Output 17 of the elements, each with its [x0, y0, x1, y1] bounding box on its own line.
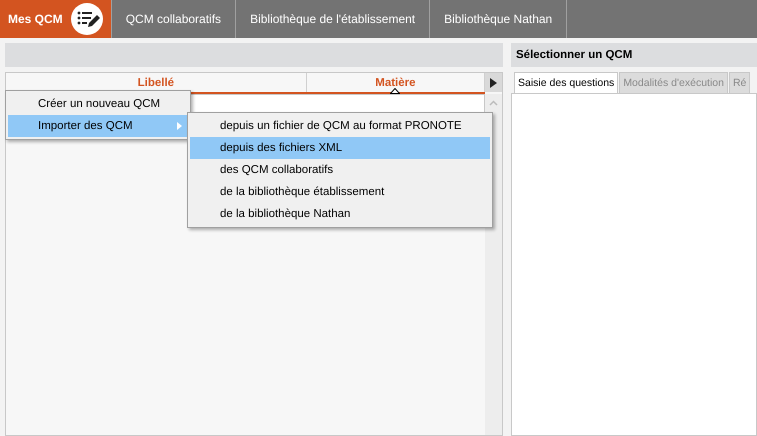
tab[interactable]: Saisie des questions	[514, 72, 618, 93]
expand-button[interactable]	[485, 73, 502, 92]
panel-title: Sélectionner un QCM	[511, 43, 757, 67]
menu-item[interactable]: de la bibliothèque établissement	[190, 181, 490, 203]
menu-item[interactable]: depuis des fichiers XML	[190, 137, 490, 159]
top-tab[interactable]: QCM collaboratifs	[112, 0, 236, 38]
list-edit-icon	[70, 3, 103, 35]
up-caret-icon	[489, 100, 498, 106]
submenu-arrow-icon	[177, 122, 182, 130]
sort-triangle-icon	[390, 88, 400, 94]
menu-item[interactable]: de la bibliothèque Nathan	[190, 203, 490, 225]
top-tab[interactable]: Mes QCM	[0, 0, 112, 38]
menu-item[interactable]: Créer un nouveau QCM	[8, 93, 188, 115]
menu-item[interactable]: depuis un fichier de QCM au format PRONOTE	[190, 115, 490, 137]
menu-item[interactable]: des QCM collaboratifs	[190, 159, 490, 181]
right-triangle-icon	[490, 78, 497, 88]
menu-item[interactable]: Importer des QCM	[8, 115, 188, 137]
